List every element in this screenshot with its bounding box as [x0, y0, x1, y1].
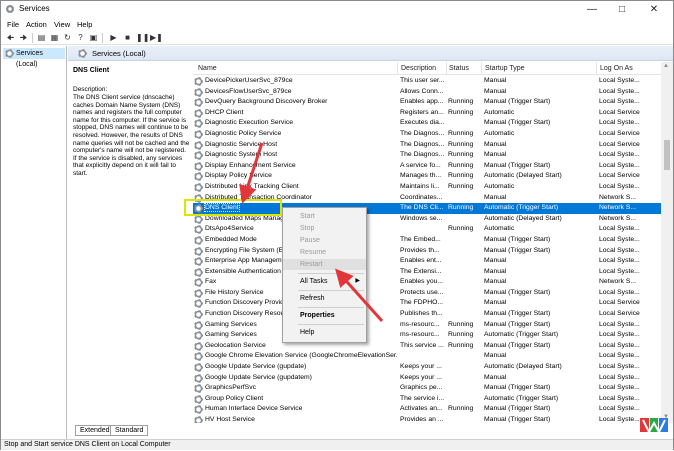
- arrow-to-restart: [334, 268, 384, 323]
- watermark-logo: [640, 418, 668, 435]
- services-window: Services — □ ✕ File Action View Help 🠈 🠊…: [0, 0, 674, 450]
- annotation-arrows: [239, 142, 384, 323]
- arrow-to-dns-client: [239, 142, 264, 204]
